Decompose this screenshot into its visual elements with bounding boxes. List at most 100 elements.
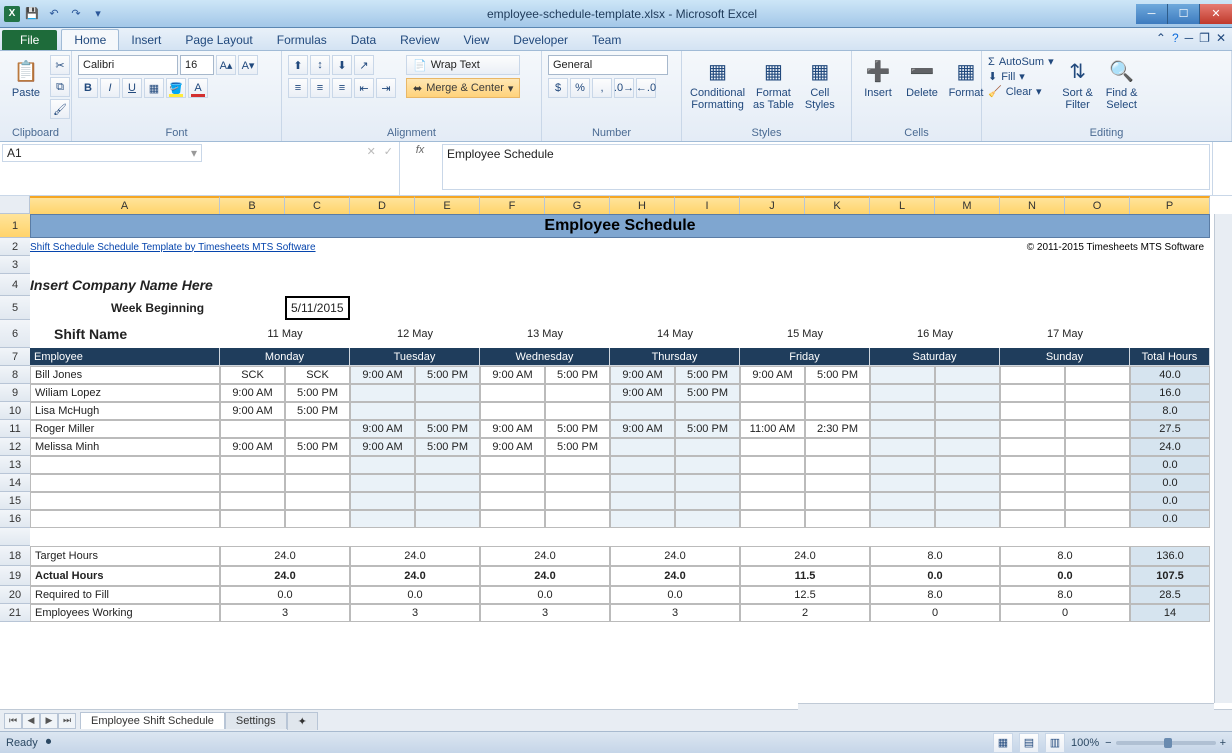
cell[interactable]: 0.0 [1130, 492, 1210, 510]
cell[interactable] [935, 402, 1000, 420]
cell[interactable] [480, 492, 545, 510]
cell[interactable]: 8.0 [870, 546, 1000, 566]
col-header[interactable]: P [1130, 196, 1210, 214]
cell[interactable]: 8.0 [1130, 402, 1210, 420]
cell[interactable]: 3 [610, 604, 740, 622]
fill-button[interactable]: ⬇ Fill ▾ [988, 70, 1054, 83]
cell[interactable] [415, 456, 480, 474]
col-header[interactable]: F [480, 196, 545, 214]
cell[interactable] [1000, 420, 1065, 438]
cell[interactable] [935, 420, 1000, 438]
cell[interactable]: 0 [1000, 604, 1130, 622]
col-header[interactable]: K [805, 196, 870, 214]
col-header[interactable]: I [675, 196, 740, 214]
cell[interactable]: 9:00 AM [740, 366, 805, 384]
cell[interactable]: 24.0 [480, 546, 610, 566]
paste-button[interactable]: 📋 Paste [6, 55, 46, 101]
row-header[interactable]: 15 [0, 492, 30, 510]
cell[interactable] [1000, 402, 1065, 420]
expand-fbar-icon[interactable] [1212, 142, 1232, 195]
tab-nav-first-icon[interactable]: ⏮ [4, 713, 22, 729]
cell[interactable] [740, 456, 805, 474]
cell[interactable] [545, 456, 610, 474]
col-header[interactable]: B [220, 196, 285, 214]
cell[interactable]: 0.0 [1000, 566, 1130, 586]
row-header[interactable]: 6 [0, 320, 30, 348]
align-bottom-icon[interactable]: ⬇ [332, 55, 352, 75]
cell[interactable] [480, 402, 545, 420]
cell[interactable]: Friday [740, 348, 870, 366]
tab-data[interactable]: Data [339, 30, 388, 50]
col-header[interactable]: A [30, 196, 220, 214]
cell[interactable]: 24.0 [480, 566, 610, 586]
cell[interactable]: 0.0 [870, 566, 1000, 586]
cell[interactable] [30, 474, 220, 492]
cell[interactable] [935, 384, 1000, 402]
cell[interactable]: 0.0 [350, 586, 480, 604]
cell[interactable]: 5:00 PM [675, 384, 740, 402]
cell[interactable] [415, 510, 480, 528]
tab-home[interactable]: Home [61, 29, 119, 50]
cell[interactable]: 3 [220, 604, 350, 622]
cell[interactable] [415, 474, 480, 492]
cell[interactable] [610, 474, 675, 492]
cell[interactable] [740, 438, 805, 456]
cell[interactable]: SCK [220, 366, 285, 384]
cell[interactable]: 5:00 PM [415, 366, 480, 384]
cell[interactable] [1065, 474, 1130, 492]
cell[interactable] [805, 510, 870, 528]
cell[interactable]: 9:00 AM [350, 420, 415, 438]
cell[interactable] [480, 456, 545, 474]
autosum-button[interactable]: Σ AutoSum ▾ [988, 55, 1054, 68]
cell[interactable]: Bill Jones [30, 366, 220, 384]
row-header[interactable]: 12 [0, 438, 30, 456]
cell[interactable] [740, 384, 805, 402]
qat-redo-icon[interactable]: ↷ [66, 4, 86, 24]
cell[interactable]: 0.0 [480, 586, 610, 604]
cell[interactable]: 13 May [480, 320, 610, 348]
format-as-table-button[interactable]: ▦Format as Table [751, 55, 796, 113]
formula-input[interactable]: Employee Schedule [442, 144, 1210, 190]
cell[interactable] [350, 402, 415, 420]
cell[interactable]: Sunday [1000, 348, 1130, 366]
cell[interactable] [675, 492, 740, 510]
decrease-decimal-icon[interactable]: ←.0 [636, 78, 656, 98]
cell[interactable]: 24.0 [740, 546, 870, 566]
cell[interactable]: 9:00 AM [220, 438, 285, 456]
col-header[interactable]: J [740, 196, 805, 214]
cell[interactable] [350, 492, 415, 510]
qat-undo-icon[interactable]: ↶ [44, 4, 64, 24]
col-header[interactable]: O [1065, 196, 1130, 214]
cell[interactable] [870, 456, 935, 474]
cell[interactable] [1065, 492, 1130, 510]
cell[interactable] [1065, 420, 1130, 438]
cell[interactable] [805, 438, 870, 456]
sheet-tab-settings[interactable]: Settings [225, 712, 287, 729]
cell[interactable]: 0 [870, 604, 1000, 622]
cell[interactable] [610, 438, 675, 456]
cell[interactable]: © 2011-2015 Timesheets MTS Software [870, 238, 1210, 256]
cell[interactable] [675, 456, 740, 474]
close-button[interactable]: ✕ [1200, 4, 1232, 24]
enter-fx-icon[interactable]: ✓ [384, 145, 393, 158]
cell[interactable] [545, 384, 610, 402]
qat-save-icon[interactable]: 💾 [22, 4, 42, 24]
cell[interactable]: Week Beginning [30, 296, 285, 320]
cell[interactable]: 9:00 AM [220, 402, 285, 420]
cell[interactable] [870, 402, 935, 420]
cell[interactable] [30, 492, 220, 510]
cell[interactable] [220, 492, 285, 510]
fx-icon[interactable]: fx [400, 142, 440, 156]
cell[interactable] [350, 510, 415, 528]
cell[interactable]: 24.0 [350, 546, 480, 566]
cell[interactable] [675, 510, 740, 528]
cell[interactable]: Wiliam Lopez [30, 384, 220, 402]
zoom-level[interactable]: 100% [1071, 737, 1099, 749]
cell[interactable] [220, 456, 285, 474]
cell[interactable]: 5:00 PM [675, 420, 740, 438]
row-header[interactable]: 5 [0, 296, 30, 320]
cell[interactable]: 24.0 [220, 546, 350, 566]
italic-button[interactable]: I [100, 78, 120, 98]
tab-page-layout[interactable]: Page Layout [173, 30, 264, 50]
cell[interactable] [740, 510, 805, 528]
